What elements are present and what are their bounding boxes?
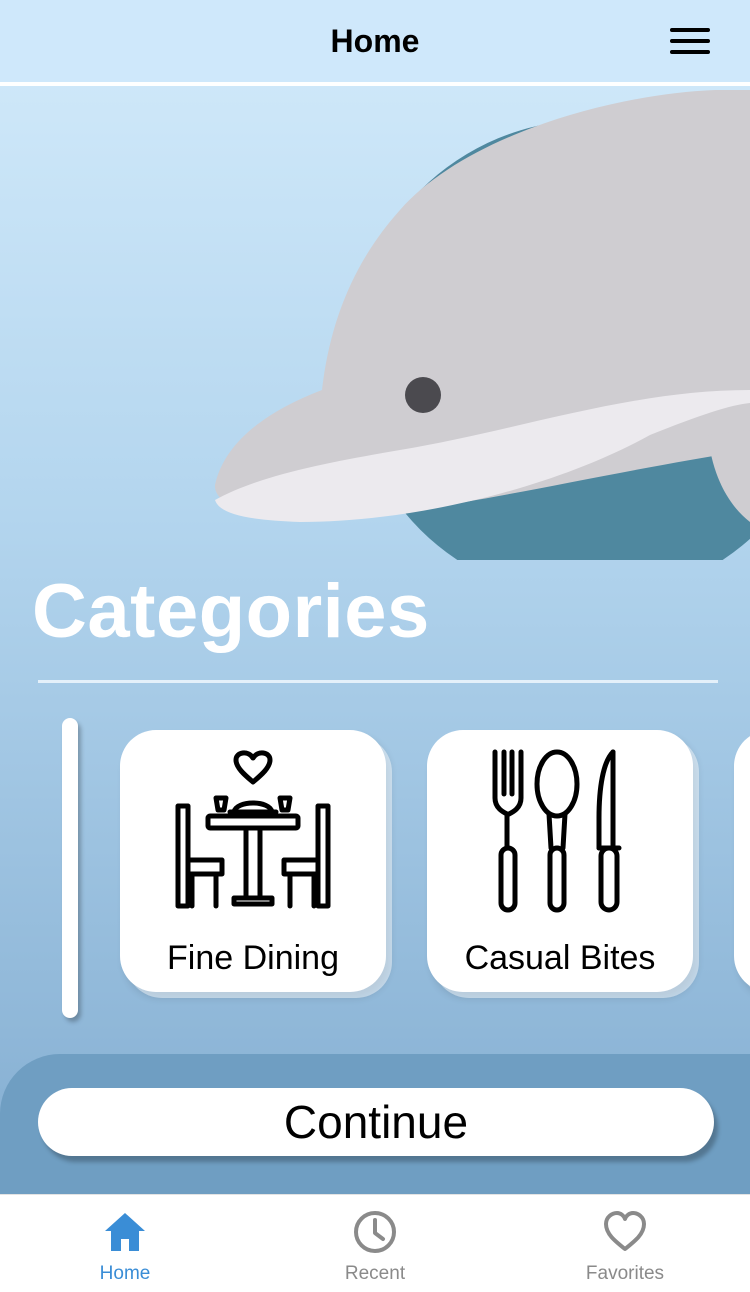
dolphin-illustration — [214, 90, 750, 560]
carousel-scroll-indicator[interactable] — [62, 718, 78, 1018]
category-label: Casual Bites — [464, 939, 656, 977]
tab-recent[interactable]: Recent — [250, 1195, 500, 1292]
tab-favorites[interactable]: Favorites — [500, 1195, 750, 1292]
heart-icon — [604, 1211, 646, 1251]
hamburger-menu-icon[interactable] — [670, 28, 710, 56]
clock-icon — [354, 1211, 396, 1253]
tab-label: Favorites — [585, 1263, 665, 1284]
continue-button[interactable]: Continue — [38, 1088, 714, 1156]
dolphin-eye — [405, 377, 441, 413]
home-icon — [105, 1213, 145, 1251]
tab-label: Recent — [344, 1263, 406, 1284]
category-card-fine-dining[interactable]: Fine Dining — [120, 730, 386, 992]
tab-home[interactable]: Home — [0, 1195, 250, 1292]
page-title: Home — [330, 22, 420, 59]
dining-table-icon — [175, 750, 331, 909]
categories-title: Categories — [32, 569, 430, 654]
app-header: Home — [0, 0, 750, 86]
fork-spoon-knife-icon — [492, 749, 622, 913]
tab-label: Home — [99, 1263, 151, 1284]
category-label: Fine Dining — [167, 939, 339, 977]
category-card-partial[interactable] — [734, 730, 750, 992]
hero-illustration — [0, 90, 750, 560]
bottom-tab-bar: Home Recent Favorites — [0, 1194, 750, 1292]
categories-divider — [38, 680, 718, 683]
category-card-casual-bites[interactable]: Casual Bites — [427, 730, 693, 992]
